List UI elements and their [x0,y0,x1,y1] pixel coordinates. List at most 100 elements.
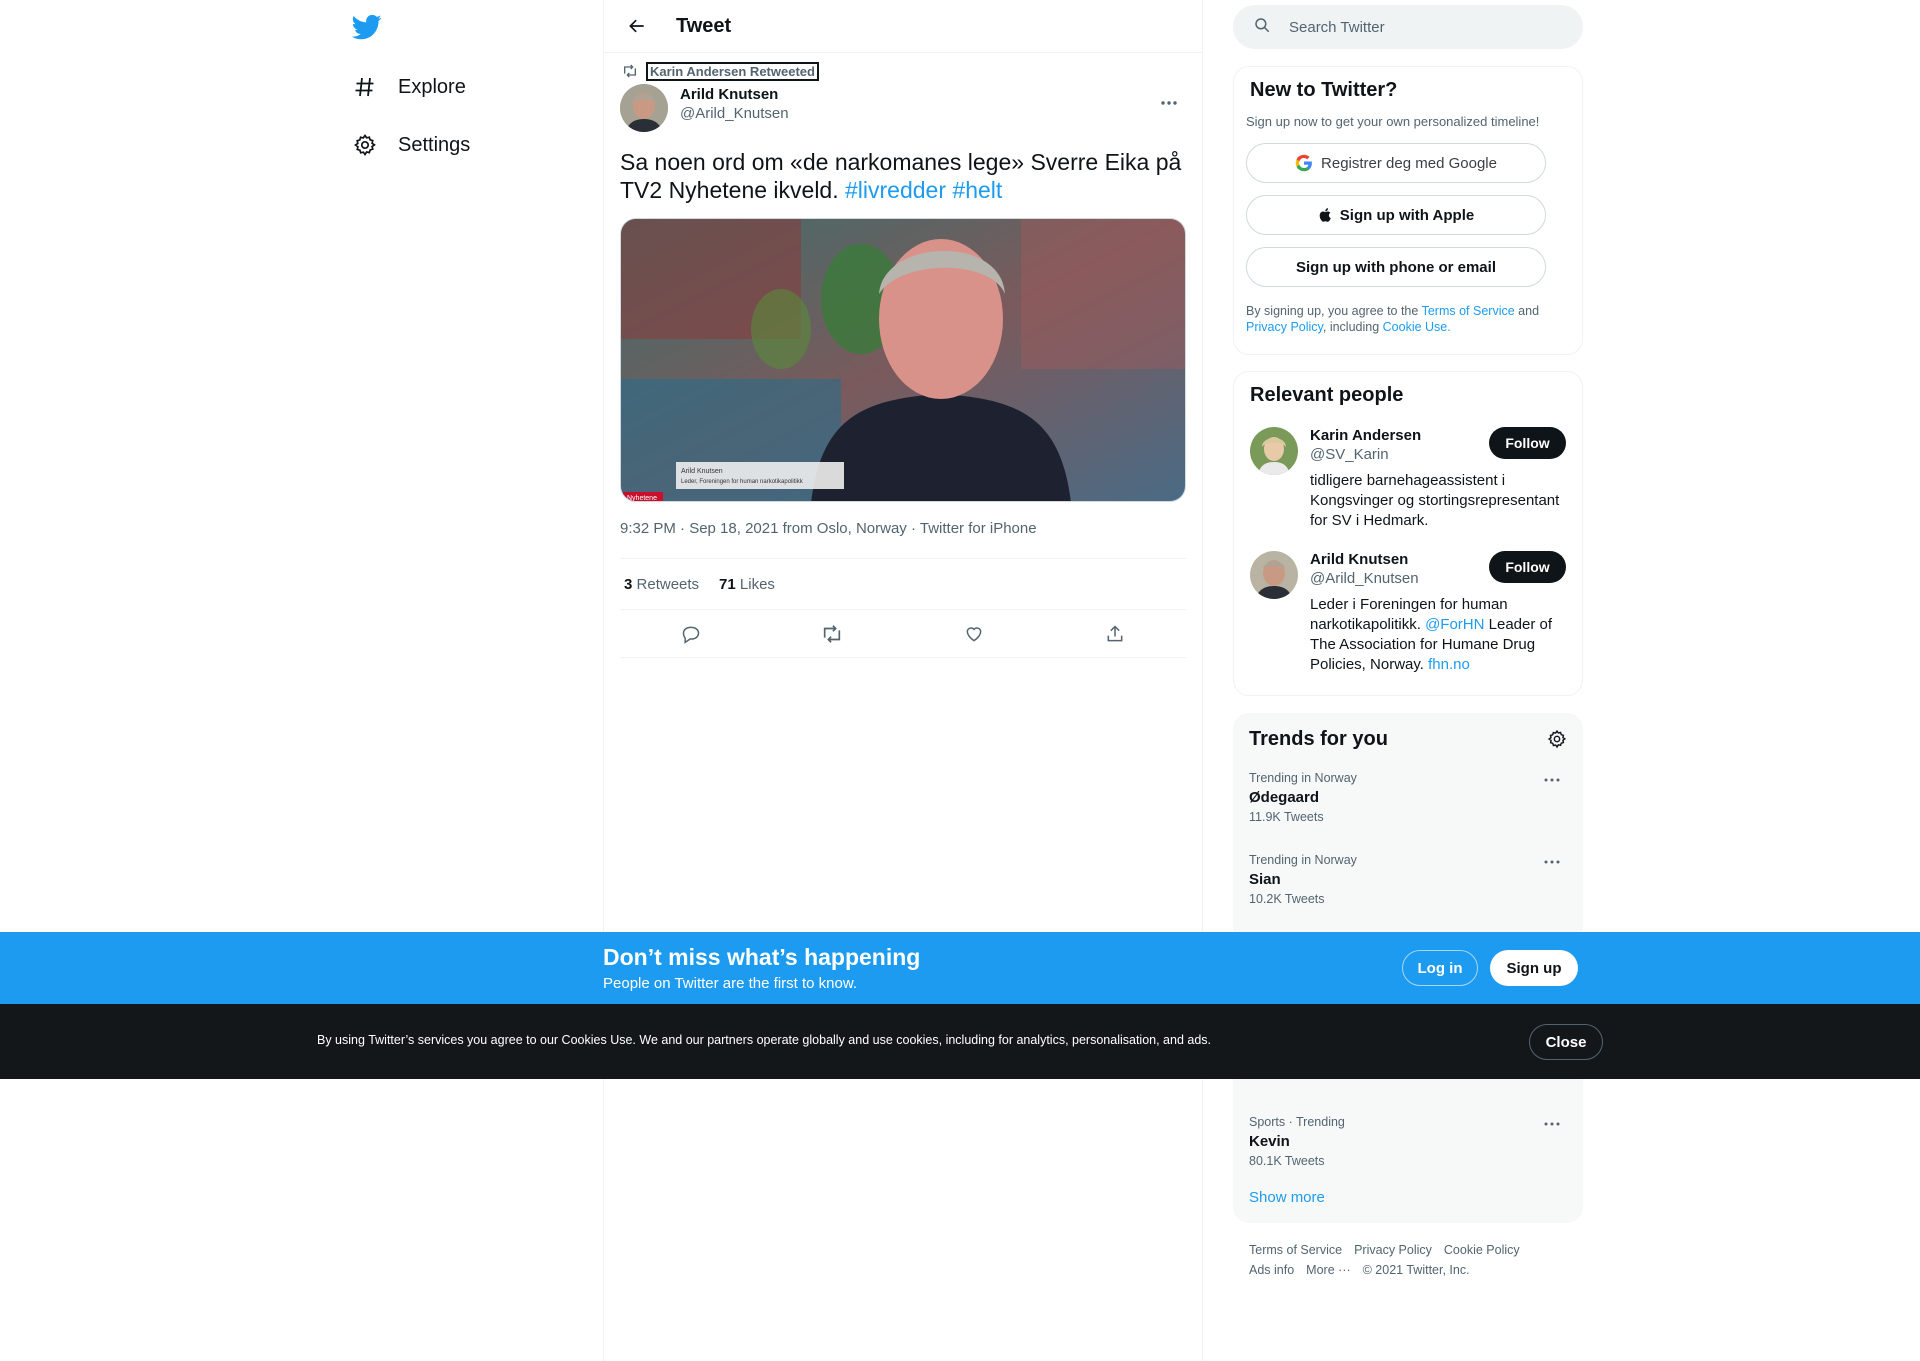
login-button[interactable]: Log in [1402,950,1478,986]
search-box[interactable] [1233,5,1583,49]
more-icon[interactable] [1537,847,1567,877]
person-karin[interactable]: Karin Andersen @SV_Karin tidligere barne… [1250,427,1566,531]
author-avatar[interactable] [620,84,668,132]
trend-context: Sports · Trending [1249,1115,1345,1129]
trend-item[interactable]: Trending in Norway Ødegaard 11.9K Tweets [1249,759,1567,841]
footer-privacy-link[interactable]: Privacy Policy [1354,1243,1432,1257]
forhn-link[interactable]: @ForHN [1425,616,1484,633]
nav-explore-label: Explore [398,75,466,98]
retweets-stat[interactable]: 3 Retweets [624,576,699,593]
twitter-bird-icon[interactable] [351,12,382,42]
tweet-meta: 9:32 PM · Sep 18, 2021 from Oslo, Norway… [620,520,1037,537]
hashtag-helt[interactable]: #helt [952,177,1002,203]
terms-prefix: By signing up, you agree to the [1246,304,1422,318]
retweet-context: Karin Andersen Retweeted [620,61,1186,81]
apple-icon [1318,206,1334,224]
google-icon [1295,154,1313,172]
heart-icon[interactable] [956,616,992,652]
avatar[interactable] [1250,551,1298,599]
trends-title: Trends for you [1249,727,1388,750]
nav-settings-label: Settings [398,133,471,156]
back-arrow-icon[interactable] [620,9,654,43]
gear-icon [352,132,378,158]
author-handle[interactable]: @Arild_Knutsen [680,105,789,122]
show-more-link[interactable]: Show more [1249,1189,1325,1206]
author-name[interactable]: Arild Knutsen [680,86,789,103]
person-arild[interactable]: Arild Knutsen @Arild_Knutsen Leder i For… [1250,551,1566,675]
more-icon[interactable] [1537,1109,1567,1139]
apple-signup-label: Sign up with Apple [1339,206,1475,224]
new-to-twitter-subtitle: Sign up now to get your own personalized… [1246,114,1540,129]
trend-item[interactable]: Sports · Trending Kevin 80.1K Tweets [1249,1103,1567,1185]
footer-ads-link[interactable]: Ads info [1249,1263,1294,1277]
retweets-label: Retweets [636,575,700,593]
footer: Terms of Service Privacy Policy Cookie Pol… [1249,1240,1569,1280]
trend-name: Ødegaard [1249,789,1320,806]
hashtag-icon [352,74,378,100]
trend-context: Trending in Norway [1249,853,1357,867]
signup-button[interactable]: Sign up [1490,950,1578,986]
apple-signup-button[interactable]: Sign up with Apple [1246,195,1546,235]
avatar[interactable] [1250,427,1298,475]
trend-count: 80.1K Tweets [1249,1154,1325,1168]
tweet: Karin Andersen Retweeted Arild Knutsen @… [604,53,1202,658]
terms-and: and [1514,304,1540,318]
tweet-media-image[interactable]: Arild Knutsen Leder, Foreningen for huma… [620,218,1186,502]
footer-cookie-link[interactable]: Cookie Policy [1444,1243,1520,1257]
share-icon[interactable] [1097,616,1133,652]
reply-icon[interactable] [673,616,709,652]
more-icon[interactable] [1152,88,1186,118]
follow-button[interactable]: Follow [1489,427,1566,459]
close-button[interactable]: Close [1529,1024,1603,1060]
signup-terms: By signing up, you agree to the Terms of… [1246,303,1566,335]
likes-count: 71 [719,575,736,593]
cookie-bar: By using Twitter’s services you agree to… [0,1004,1920,1079]
trend-name: Sian [1249,871,1281,888]
likes-stat[interactable]: 71 Likes [719,576,775,593]
google-signup-button[interactable]: Registrer deg med Google [1246,143,1546,183]
media-caption-name: Arild Knutsen [681,468,723,475]
banner-title: Don’t miss what’s happening [603,944,921,970]
footer-more-link[interactable]: More ··· [1306,1263,1350,1277]
person-bio: Leder i Foreningen for human narkotikapo… [1310,595,1560,675]
retweet-action-icon[interactable] [814,616,850,652]
cookie-use-link[interactable]: Cookie Use. [1383,320,1451,334]
google-signup-label: Registrer deg med Google [1321,154,1497,172]
terms-link[interactable]: Terms of Service [1422,304,1515,318]
retweet-icon [620,61,640,81]
search-input[interactable] [1289,18,1549,36]
search-icon [1253,16,1271,39]
gear-icon[interactable] [1547,729,1567,749]
new-to-twitter-card: New to Twitter? Sign up now to get your … [1233,66,1583,355]
footer-copyright: © 2021 Twitter, Inc. [1362,1263,1470,1277]
main-header: Tweet [604,0,1202,53]
tweet-author: Arild Knutsen @Arild_Knutsen [620,84,1186,132]
nav-settings[interactable]: Settings [352,125,470,165]
signup-banner: Don’t miss what’s happening People on Tw… [0,932,1920,1004]
follow-button[interactable]: Follow [1489,551,1566,583]
cookie-text: By using Twitter’s services you agree to… [317,1033,1212,1047]
privacy-link[interactable]: Privacy Policy [1246,320,1323,334]
person-bio: tidligere barnehageassistent i Kongsving… [1310,472,1560,529]
banner-subtitle: People on Twitter are the first to know. [603,975,858,992]
trend-item[interactable]: Trending in Norway Sian 10.2K Tweets [1249,841,1567,923]
media-logo: Nyhetene [627,495,657,502]
retweets-count: 3 [624,575,633,593]
page-title: Tweet [676,14,732,37]
fhn-link[interactable]: fhn.no [1428,656,1470,673]
footer-terms-link[interactable]: Terms of Service [1249,1243,1342,1257]
tweet-text: Sa noen ord om «de narkomanes lege» Sver… [620,148,1186,204]
trend-context: Trending in Norway [1249,771,1357,785]
hashtag-livredder[interactable]: #livredder [845,177,946,203]
phone-email-signup-button[interactable]: Sign up with phone or email [1246,247,1546,287]
new-to-twitter-title: New to Twitter? [1250,79,1398,101]
phone-signup-label: Sign up with phone or email [1295,258,1496,276]
trend-count: 10.2K Tweets [1249,892,1325,906]
terms-including: , including [1322,320,1383,334]
relevant-people-card: Relevant people Karin Andersen @SV_Karin… [1233,371,1583,696]
more-icon[interactable] [1537,765,1567,795]
retweeted-by-link[interactable]: Karin Andersen Retweeted [646,61,819,81]
nav-explore[interactable]: Explore [352,67,466,107]
likes-label: Likes [739,575,775,593]
relevant-people-title: Relevant people [1250,384,1404,406]
